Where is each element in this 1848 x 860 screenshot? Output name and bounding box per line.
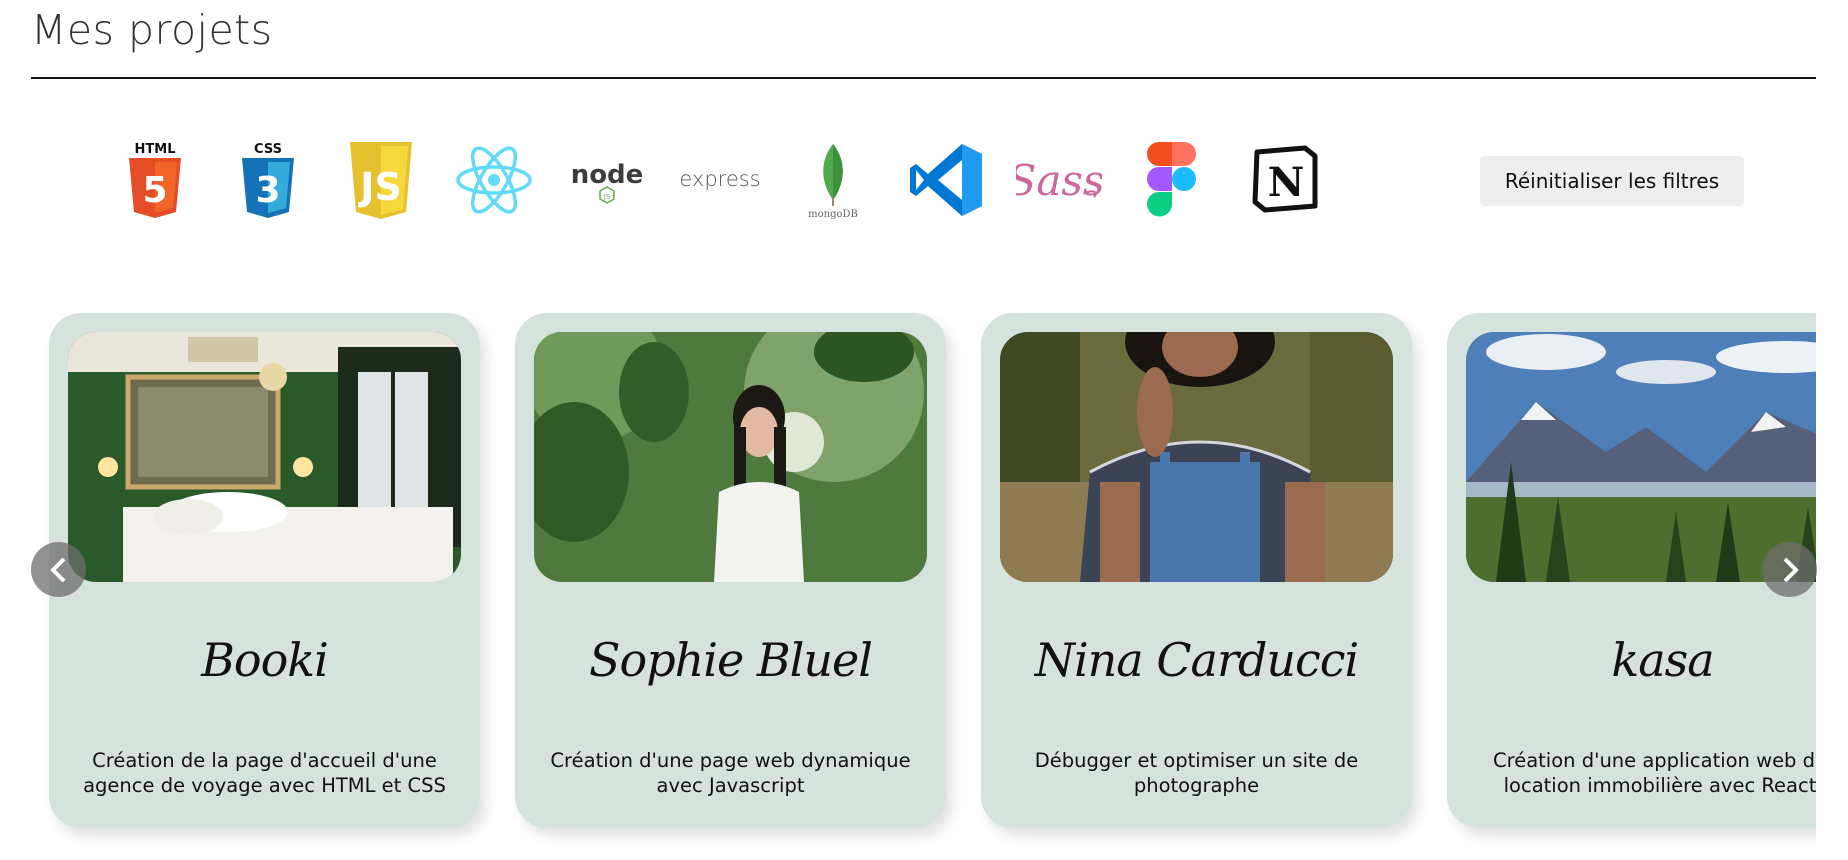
svg-text:HTML: HTML	[135, 142, 176, 157]
projects-carousel: Booki Création de la page d'accueil d'un…	[31, 300, 1816, 860]
project-card[interactable]: Booki Création de la page d'accueil d'un…	[49, 313, 480, 828]
sass-icon: Sass	[1016, 156, 1102, 205]
project-description: Création d'une page web dynamique avec J…	[550, 749, 911, 797]
css3-icon: CSS 3	[242, 142, 294, 218]
vscode-icon	[910, 144, 982, 216]
html5-filter[interactable]: HTML 5	[110, 135, 200, 225]
svg-text:Sass: Sass	[1016, 156, 1102, 205]
notion-icon: N	[1252, 145, 1318, 213]
project-image-woman-in-overalls	[1000, 332, 1393, 582]
sass-filter[interactable]: Sass	[1014, 135, 1104, 225]
svg-text:mongoDB: mongoDB	[808, 209, 858, 220]
nodejs-icon: node JS	[571, 160, 644, 204]
vscode-filter[interactable]	[901, 135, 991, 225]
project-image-woman-in-forest	[534, 332, 927, 582]
svg-text:5: 5	[142, 170, 167, 211]
svg-text:N: N	[1268, 159, 1305, 206]
project-description: Création de la page d'accueil d'une agen…	[83, 749, 446, 797]
svg-text:3: 3	[255, 170, 280, 211]
svg-text:JS: JS	[603, 193, 611, 201]
react-filter[interactable]	[449, 135, 539, 225]
javascript-filter[interactable]: JS	[336, 135, 426, 225]
react-icon	[456, 146, 532, 214]
carousel-prev-button[interactable]	[31, 542, 86, 597]
project-title: Nina Carducci	[1034, 633, 1360, 687]
chevron-right-icon	[1783, 557, 1799, 582]
svg-text:node: node	[571, 160, 644, 190]
express-icon: express	[679, 167, 760, 191]
project-card[interactable]: Sophie Bluel Création d'une page web dyn…	[515, 313, 946, 828]
project-card[interactable]: Nina Carducci Débugger et optimiser un s…	[981, 313, 1412, 828]
project-image-mountain-landscape	[1466, 332, 1816, 582]
html5-icon: HTML 5	[129, 142, 181, 218]
project-title: kasa	[1611, 633, 1714, 687]
project-description: Débugger et optimiser un site de photogr…	[1034, 749, 1359, 797]
mongodb-icon: mongoDB	[808, 144, 858, 220]
figma-filter[interactable]	[1127, 135, 1217, 225]
title-divider	[31, 77, 1816, 79]
nodejs-filter[interactable]: node JS	[562, 135, 652, 225]
page-title: Mes projets	[31, 6, 273, 54]
project-title: Booki	[201, 633, 329, 687]
technology-filters: HTML 5 CSS 3 JS node JS express mongoDB …	[110, 135, 1350, 225]
javascript-icon: JS	[350, 142, 412, 219]
svg-text:express: express	[679, 167, 760, 191]
svg-text:CSS: CSS	[254, 142, 282, 157]
express-filter[interactable]: express	[675, 135, 765, 225]
svg-text:JS: JS	[357, 165, 402, 209]
notion-filter[interactable]: N	[1240, 135, 1330, 225]
project-title: Sophie Bluel	[589, 633, 873, 687]
carousel-next-button[interactable]	[1762, 542, 1817, 597]
project-card[interactable]: kasa Création d'une application web de l…	[1447, 313, 1816, 828]
mongodb-filter[interactable]: mongoDB	[788, 135, 878, 225]
chevron-left-icon	[49, 557, 65, 582]
css3-filter[interactable]: CSS 3	[223, 135, 313, 225]
reset-filters-button[interactable]: Réinitialiser les filtres	[1480, 156, 1744, 206]
project-description: Création d'une application web de locati…	[1493, 749, 1816, 797]
project-image-hotel-bedroom	[68, 332, 461, 582]
figma-icon	[1147, 142, 1196, 217]
